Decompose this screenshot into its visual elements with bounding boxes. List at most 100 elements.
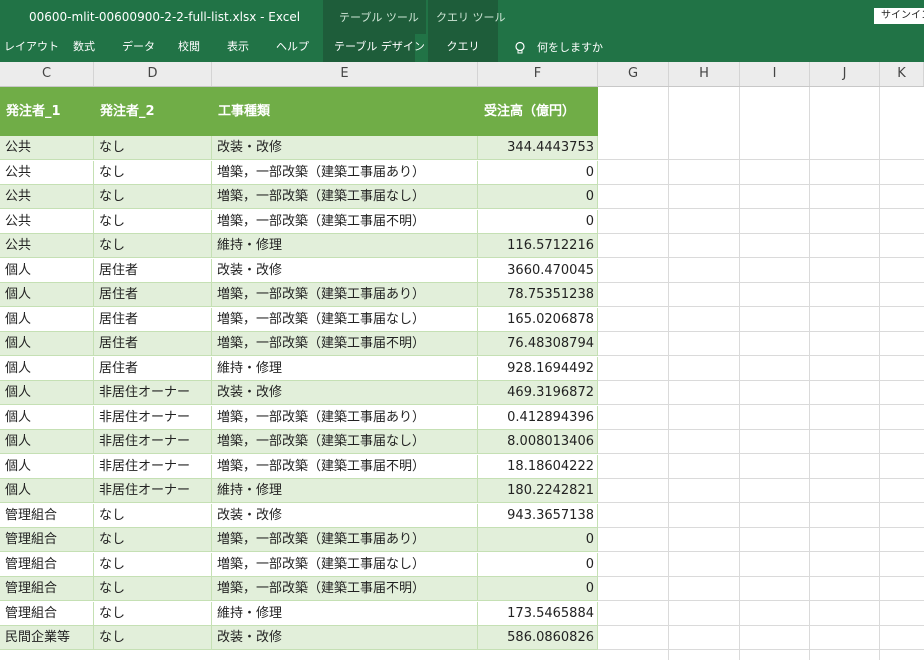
table-cell[interactable]: 8.008013406 (478, 430, 598, 453)
table-cell[interactable]: 管理組合 (0, 577, 94, 600)
table-cell[interactable]: 居住者 (94, 356, 212, 380)
table-cell[interactable]: なし (94, 209, 212, 233)
table-cell[interactable]: 居住者 (94, 332, 212, 355)
table-cell[interactable]: 増築，一部改築（建築工事届不明） (212, 209, 478, 233)
table-cell[interactable]: 非居住オーナー (94, 430, 212, 453)
table-cell[interactable]: 公共 (0, 136, 94, 159)
tab-review[interactable]: 校閲 (178, 34, 200, 62)
table-cell[interactable]: 928.1694492 (478, 356, 598, 380)
table-cell[interactable]: なし (94, 626, 212, 649)
tab-help[interactable]: ヘルプ (276, 34, 309, 62)
table-cell[interactable]: 469.3196872 (478, 381, 598, 404)
table-cell[interactable]: 増築，一部改築（建築工事届あり） (212, 528, 478, 551)
table-cell[interactable]: 居住者 (94, 258, 212, 282)
table-cell[interactable]: 116.5712216 (478, 234, 598, 257)
tab-query[interactable]: クエリ (428, 34, 498, 62)
table-cell[interactable]: 増築，一部改築（建築工事届なし） (212, 552, 478, 576)
tab-table-design[interactable]: テーブル デザイン (323, 34, 425, 62)
column-header-e[interactable]: E (212, 62, 478, 86)
tab-layout[interactable]: レイアウト (4, 34, 59, 62)
table-cell[interactable]: 改装・改修 (212, 136, 478, 159)
table-cell[interactable]: 公共 (0, 234, 94, 257)
table-cell[interactable]: 改装・改修 (212, 258, 478, 282)
table-cell[interactable]: 0 (478, 577, 598, 600)
table-cell[interactable]: 173.5465884 (478, 601, 598, 625)
table-cell[interactable]: 個人 (0, 258, 94, 282)
table-cell[interactable]: 維持・修理 (212, 601, 478, 625)
table-cell[interactable]: なし (94, 601, 212, 625)
table-cell[interactable]: 増築，一部改築（建築工事届なし） (212, 185, 478, 208)
table-cell[interactable]: 増築，一部改築（建築工事届あり） (212, 283, 478, 306)
table-cell[interactable]: 586.0860826 (478, 626, 598, 649)
table-cell[interactable]: なし (94, 185, 212, 208)
table-cell[interactable]: 0 (478, 209, 598, 233)
column-header-h[interactable]: H (669, 62, 740, 86)
table-cell[interactable]: 公共 (0, 160, 94, 184)
table-cell[interactable]: 0.412894396 (478, 405, 598, 429)
table-cell[interactable]: 増築，一部改築（建築工事届あり） (212, 160, 478, 184)
table-cell[interactable]: なし (94, 136, 212, 159)
table-cell[interactable]: 個人 (0, 283, 94, 306)
table-cell[interactable]: 個人 (0, 307, 94, 331)
table-cell[interactable]: 18.18604222 (478, 454, 598, 478)
table-cell[interactable]: 維持・修理 (212, 356, 478, 380)
header-cell[interactable]: 工事種類 (212, 87, 478, 136)
table-cell[interactable]: 非居住オーナー (94, 405, 212, 429)
column-header-g[interactable]: G (598, 62, 669, 86)
column-header-j[interactable]: J (810, 62, 880, 86)
table-cell[interactable]: 3660.470045 (478, 258, 598, 282)
table-cell[interactable]: 個人 (0, 454, 94, 478)
table-cell[interactable]: 改装・改修 (212, 626, 478, 649)
table-cell[interactable]: なし (94, 160, 212, 184)
header-cell[interactable]: 発注者_2 (94, 87, 212, 136)
table-cell[interactable]: 増築，一部改築（建築工事届不明） (212, 454, 478, 478)
table-cell[interactable]: 165.0206878 (478, 307, 598, 331)
table-cell[interactable]: 非居住オーナー (94, 381, 212, 404)
table-cell[interactable]: 943.3657138 (478, 503, 598, 527)
header-cell[interactable]: 受注高（億円） (478, 87, 598, 136)
table-cell[interactable]: 非居住オーナー (94, 479, 212, 502)
table-cell[interactable]: なし (94, 577, 212, 600)
table-cell[interactable]: 増築，一部改築（建築工事届不明） (212, 332, 478, 355)
table-cell[interactable]: 344.4443753 (478, 136, 598, 159)
table-cell[interactable]: 0 (478, 185, 598, 208)
table-cell[interactable]: なし (94, 528, 212, 551)
table-cell[interactable]: 民間企業等 (0, 626, 94, 649)
table-cell[interactable]: 管理組合 (0, 552, 94, 576)
column-header-i[interactable]: I (740, 62, 810, 86)
table-cell[interactable]: 180.2242821 (478, 479, 598, 502)
table-cell[interactable]: 公共 (0, 209, 94, 233)
table-cell[interactable]: 居住者 (94, 283, 212, 306)
column-header-f[interactable]: F (478, 62, 598, 86)
table-cell[interactable]: 管理組合 (0, 601, 94, 625)
tab-formulas[interactable]: 数式 (73, 34, 95, 62)
table-cell[interactable]: 0 (478, 552, 598, 576)
table-cell[interactable]: 個人 (0, 430, 94, 453)
table-cell[interactable]: 個人 (0, 381, 94, 404)
table-cell[interactable]: 増築，一部改築（建築工事届なし） (212, 430, 478, 453)
column-header-k[interactable]: K (880, 62, 924, 86)
table-cell[interactable]: 個人 (0, 405, 94, 429)
table-cell[interactable]: なし (94, 503, 212, 527)
table-cell[interactable]: 非居住オーナー (94, 454, 212, 478)
table-cell[interactable]: 管理組合 (0, 528, 94, 551)
table-cell[interactable]: 増築，一部改築（建築工事届不明） (212, 577, 478, 600)
signin-button[interactable]: サインイン (874, 8, 924, 24)
tab-data[interactable]: データ (122, 34, 155, 62)
table-cell[interactable]: 個人 (0, 356, 94, 380)
table-cell[interactable]: なし (94, 234, 212, 257)
worksheet-grid[interactable]: 発注者_1 発注者_2 工事種類 受注高（億円） 公共 なし 改装・改修 344.44… (0, 87, 924, 660)
tell-me-box[interactable]: 何をしますか (513, 34, 603, 62)
table-cell[interactable]: 76.48308794 (478, 332, 598, 355)
table-cell[interactable]: 改装・改修 (212, 381, 478, 404)
table-cell[interactable]: 個人 (0, 479, 94, 502)
table-cell[interactable]: 維持・修理 (212, 479, 478, 502)
table-cell[interactable]: 0 (478, 528, 598, 551)
header-cell[interactable]: 発注者_1 (0, 87, 94, 136)
tab-view[interactable]: 表示 (227, 34, 249, 62)
table-cell[interactable]: 維持・修理 (212, 234, 478, 257)
table-cell[interactable]: 増築，一部改築（建築工事届あり） (212, 405, 478, 429)
table-cell[interactable]: 78.75351238 (478, 283, 598, 306)
table-cell[interactable]: 公共 (0, 185, 94, 208)
column-header-c[interactable]: C (0, 62, 94, 86)
